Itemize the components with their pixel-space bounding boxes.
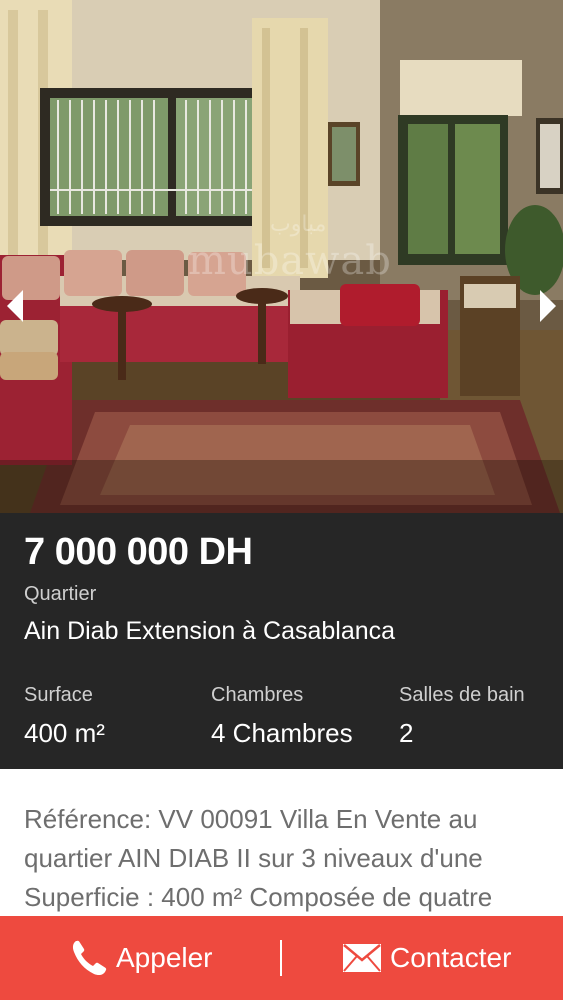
envelope-icon: [342, 943, 382, 973]
listing-photo[interactable]: مباوب mubawab: [0, 0, 563, 513]
contact-button-label: Contacter: [390, 942, 512, 973]
salles-de-bain-value: 2: [399, 718, 414, 748]
surface-value: 400 m²: [24, 718, 105, 748]
chevron-right-icon: [540, 290, 556, 322]
action-divider: [280, 940, 282, 976]
surface-label: Surface: [24, 684, 93, 706]
chevron-left-icon: [7, 290, 23, 322]
next-photo-button[interactable]: [535, 282, 561, 330]
chambres-value: 4 Chambres: [211, 718, 353, 748]
listing-info-panel: 7 000 000 DH Quartier Ain Diab Extension…: [0, 513, 563, 769]
listing-price: 7 000 000 DH: [24, 531, 253, 573]
call-button[interactable]: Appeler: [70, 916, 213, 1000]
phone-icon: [70, 938, 108, 978]
watermark: mubawab: [188, 238, 392, 284]
quartier-value: Ain Diab Extension à Casablanca: [24, 617, 396, 645]
previous-photo-button[interactable]: [2, 282, 28, 330]
action-bar: Appeler Contacter: [0, 916, 563, 1000]
quartier-label: Quartier: [24, 583, 97, 605]
contact-button[interactable]: Contacter: [342, 916, 511, 1000]
listing-description: Référence: VV 00091 Villa En Vente au qu…: [24, 804, 493, 912]
watermark-arabic: مباوب: [270, 212, 327, 237]
chambres-label: Chambres: [211, 684, 304, 706]
salles-de-bain-label: Salles de bain: [399, 684, 525, 706]
call-button-label: Appeler: [116, 942, 213, 973]
